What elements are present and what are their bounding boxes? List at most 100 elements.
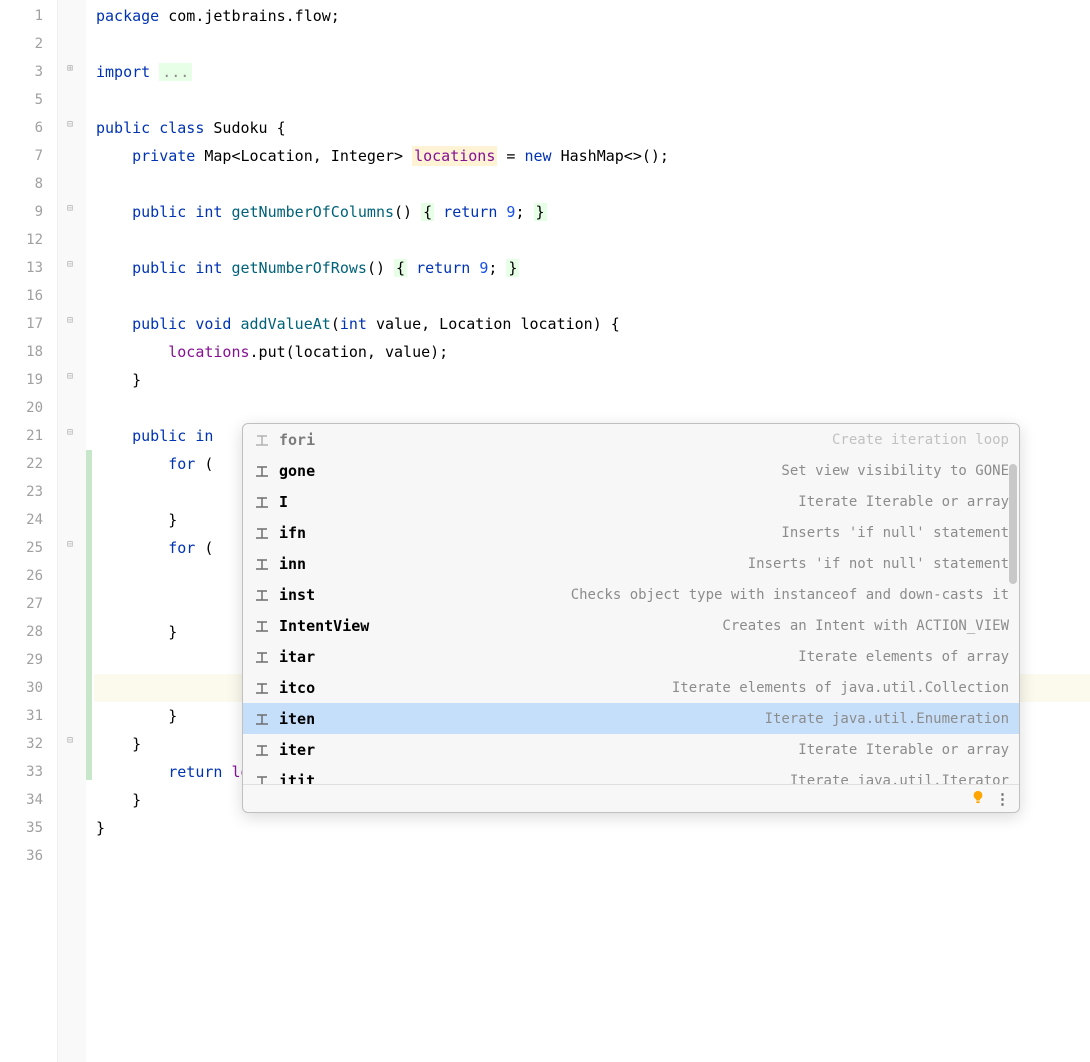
completion-item[interactable]: instChecks object type with instanceof a… [243,579,1019,610]
line-number: 24 [0,506,57,534]
fold-placeholder[interactable]: ... [159,63,192,81]
code-line[interactable] [94,30,1090,58]
completion-item[interactable]: iterIterate Iterable or array [243,734,1019,765]
live-template-icon [253,462,271,480]
code-line[interactable]: package com.jetbrains.flow; [94,2,1090,30]
live-template-icon [253,679,271,697]
code-line[interactable] [94,170,1090,198]
completion-item[interactable]: IntentViewCreates an Intent with ACTION_… [243,610,1019,641]
completion-item-name: gone [279,462,315,480]
line-number: 27 [0,590,57,618]
fold-end-icon[interactable]: ⊟ [64,370,76,382]
line-number: 18 [0,338,57,366]
live-template-icon [253,524,271,542]
code-line[interactable]: } [94,366,1090,394]
completion-item[interactable]: itcoIterate elements of java.util.Collec… [243,672,1019,703]
line-number: 7 [0,142,57,170]
completion-item-description: Iterate Iterable or array [315,742,1009,758]
scrollbar-thumb[interactable] [1009,464,1017,584]
line-number-gutter: 1 2 3 5 6 7 8 9 12 13 16 17 18 19 20 21 … [0,0,58,1062]
fold-gutter[interactable]: ⊞ ⊟ ⊟ ⊟ ⊟ ⊟ ⊟ ⊟ ⊟ [58,0,86,1062]
change-gutter [86,0,94,1062]
code-completion-popup[interactable]: foriCreate iteration loopgoneSet view vi… [242,423,1020,813]
more-options-icon[interactable]: ⋮ [995,790,1009,808]
code-line[interactable]: public int getNumberOfColumns() { return… [94,198,1090,226]
completion-list[interactable]: foriCreate iteration loopgoneSet view vi… [243,424,1019,784]
completion-item-name: iten [279,710,315,728]
live-template-icon [253,586,271,604]
completion-item[interactable]: ititIterate java.util.Iterator [243,765,1019,784]
line-number: 29 [0,646,57,674]
completion-item-description: Creates an Intent with ACTION_VIEW [369,618,1009,634]
code-line[interactable]: import ... [94,58,1090,86]
line-number: 19 [0,366,57,394]
code-line[interactable]: locations.put(location, value); [94,338,1090,366]
completion-item[interactable]: itenIterate java.util.Enumeration [243,703,1019,734]
completion-footer: ⋮ [243,784,1019,812]
live-template-icon [253,617,271,635]
line-number: 17 [0,310,57,338]
completion-item-name: inst [279,586,315,604]
fold-collapse-icon[interactable]: ⊟ [64,118,76,130]
fold-expand-icon[interactable]: ⊞ [64,62,76,74]
code-line[interactable]: private Map<Location, Integer> locations… [94,142,1090,170]
code-line[interactable] [94,842,1090,870]
completion-item[interactable]: foriCreate iteration loop [243,424,1019,455]
completion-item-name: itit [279,772,315,785]
completion-item-name: fori [279,431,315,449]
bulb-icon[interactable] [971,790,985,808]
completion-item-name: I [279,493,288,511]
code-line[interactable] [94,282,1090,310]
code-line[interactable] [94,86,1090,114]
completion-item-name: ifn [279,524,306,542]
code-line[interactable]: } [94,814,1090,842]
line-number: 2 [0,30,57,58]
line-number: 1 [0,2,57,30]
fold-collapse-icon[interactable]: ⊟ [64,426,76,438]
line-number: 5 [0,86,57,114]
completion-item-description: Inserts 'if null' statement [306,525,1009,541]
line-number: 32 [0,730,57,758]
live-template-icon [253,648,271,666]
completion-item[interactable]: itarIterate elements of array [243,641,1019,672]
line-number: 6 [0,114,57,142]
fold-collapse-icon[interactable]: ⊟ [64,202,76,214]
code-line[interactable]: public void addValueAt(int value, Locati… [94,310,1090,338]
line-number: 34 [0,786,57,814]
fold-collapse-icon[interactable]: ⊟ [64,258,76,270]
line-number: 20 [0,394,57,422]
line-number: 36 [0,842,57,870]
line-number: 13 [0,254,57,282]
fold-collapse-icon[interactable]: ⊟ [64,314,76,326]
live-template-icon [253,741,271,759]
line-number: 35 [0,814,57,842]
line-number: 3 [0,58,57,86]
completion-item[interactable]: innInserts 'if not null' statement [243,548,1019,579]
live-template-icon [253,772,271,785]
completion-item[interactable]: ifnInserts 'if null' statement [243,517,1019,548]
completion-item-name: inn [279,555,306,573]
fold-collapse-icon[interactable]: ⊟ [64,538,76,550]
code-line[interactable] [94,394,1090,422]
code-line[interactable]: public int getNumberOfRows() { return 9;… [94,254,1090,282]
live-template-icon [253,555,271,573]
line-number: 22 [0,450,57,478]
completion-item-name: IntentView [279,617,369,635]
live-template-icon [253,493,271,511]
completion-item-description: Iterate elements of java.util.Collection [315,680,1009,696]
line-number: 8 [0,170,57,198]
completion-item-description: Iterate java.util.Enumeration [315,711,1009,727]
code-line[interactable] [94,226,1090,254]
line-number: 31 [0,702,57,730]
line-number: 23 [0,478,57,506]
completion-item[interactable]: IIterate Iterable or array [243,486,1019,517]
fold-end-icon[interactable]: ⊟ [64,734,76,746]
live-template-icon [253,710,271,728]
completion-item-description: Iterate java.util.Iterator [315,773,1009,785]
completion-item[interactable]: goneSet view visibility to GONE [243,455,1019,486]
completion-item-description: Iterate elements of array [315,649,1009,665]
line-number: 25 [0,534,57,562]
line-number: 16 [0,282,57,310]
code-line[interactable]: public class Sudoku { [94,114,1090,142]
live-template-icon [253,431,271,449]
